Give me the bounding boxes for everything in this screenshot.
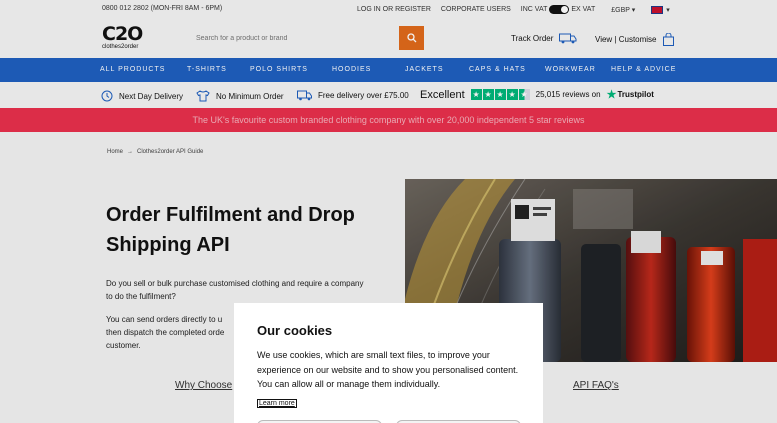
cookie-consent-dialog: Our cookies We use cookies, which are sm… bbox=[234, 303, 543, 423]
cookie-dialog-title: Our cookies bbox=[257, 323, 333, 338]
learn-more-link[interactable]: Learn more bbox=[257, 398, 297, 408]
cookie-dialog-body: We use cookies, which are small text fil… bbox=[257, 350, 519, 389]
